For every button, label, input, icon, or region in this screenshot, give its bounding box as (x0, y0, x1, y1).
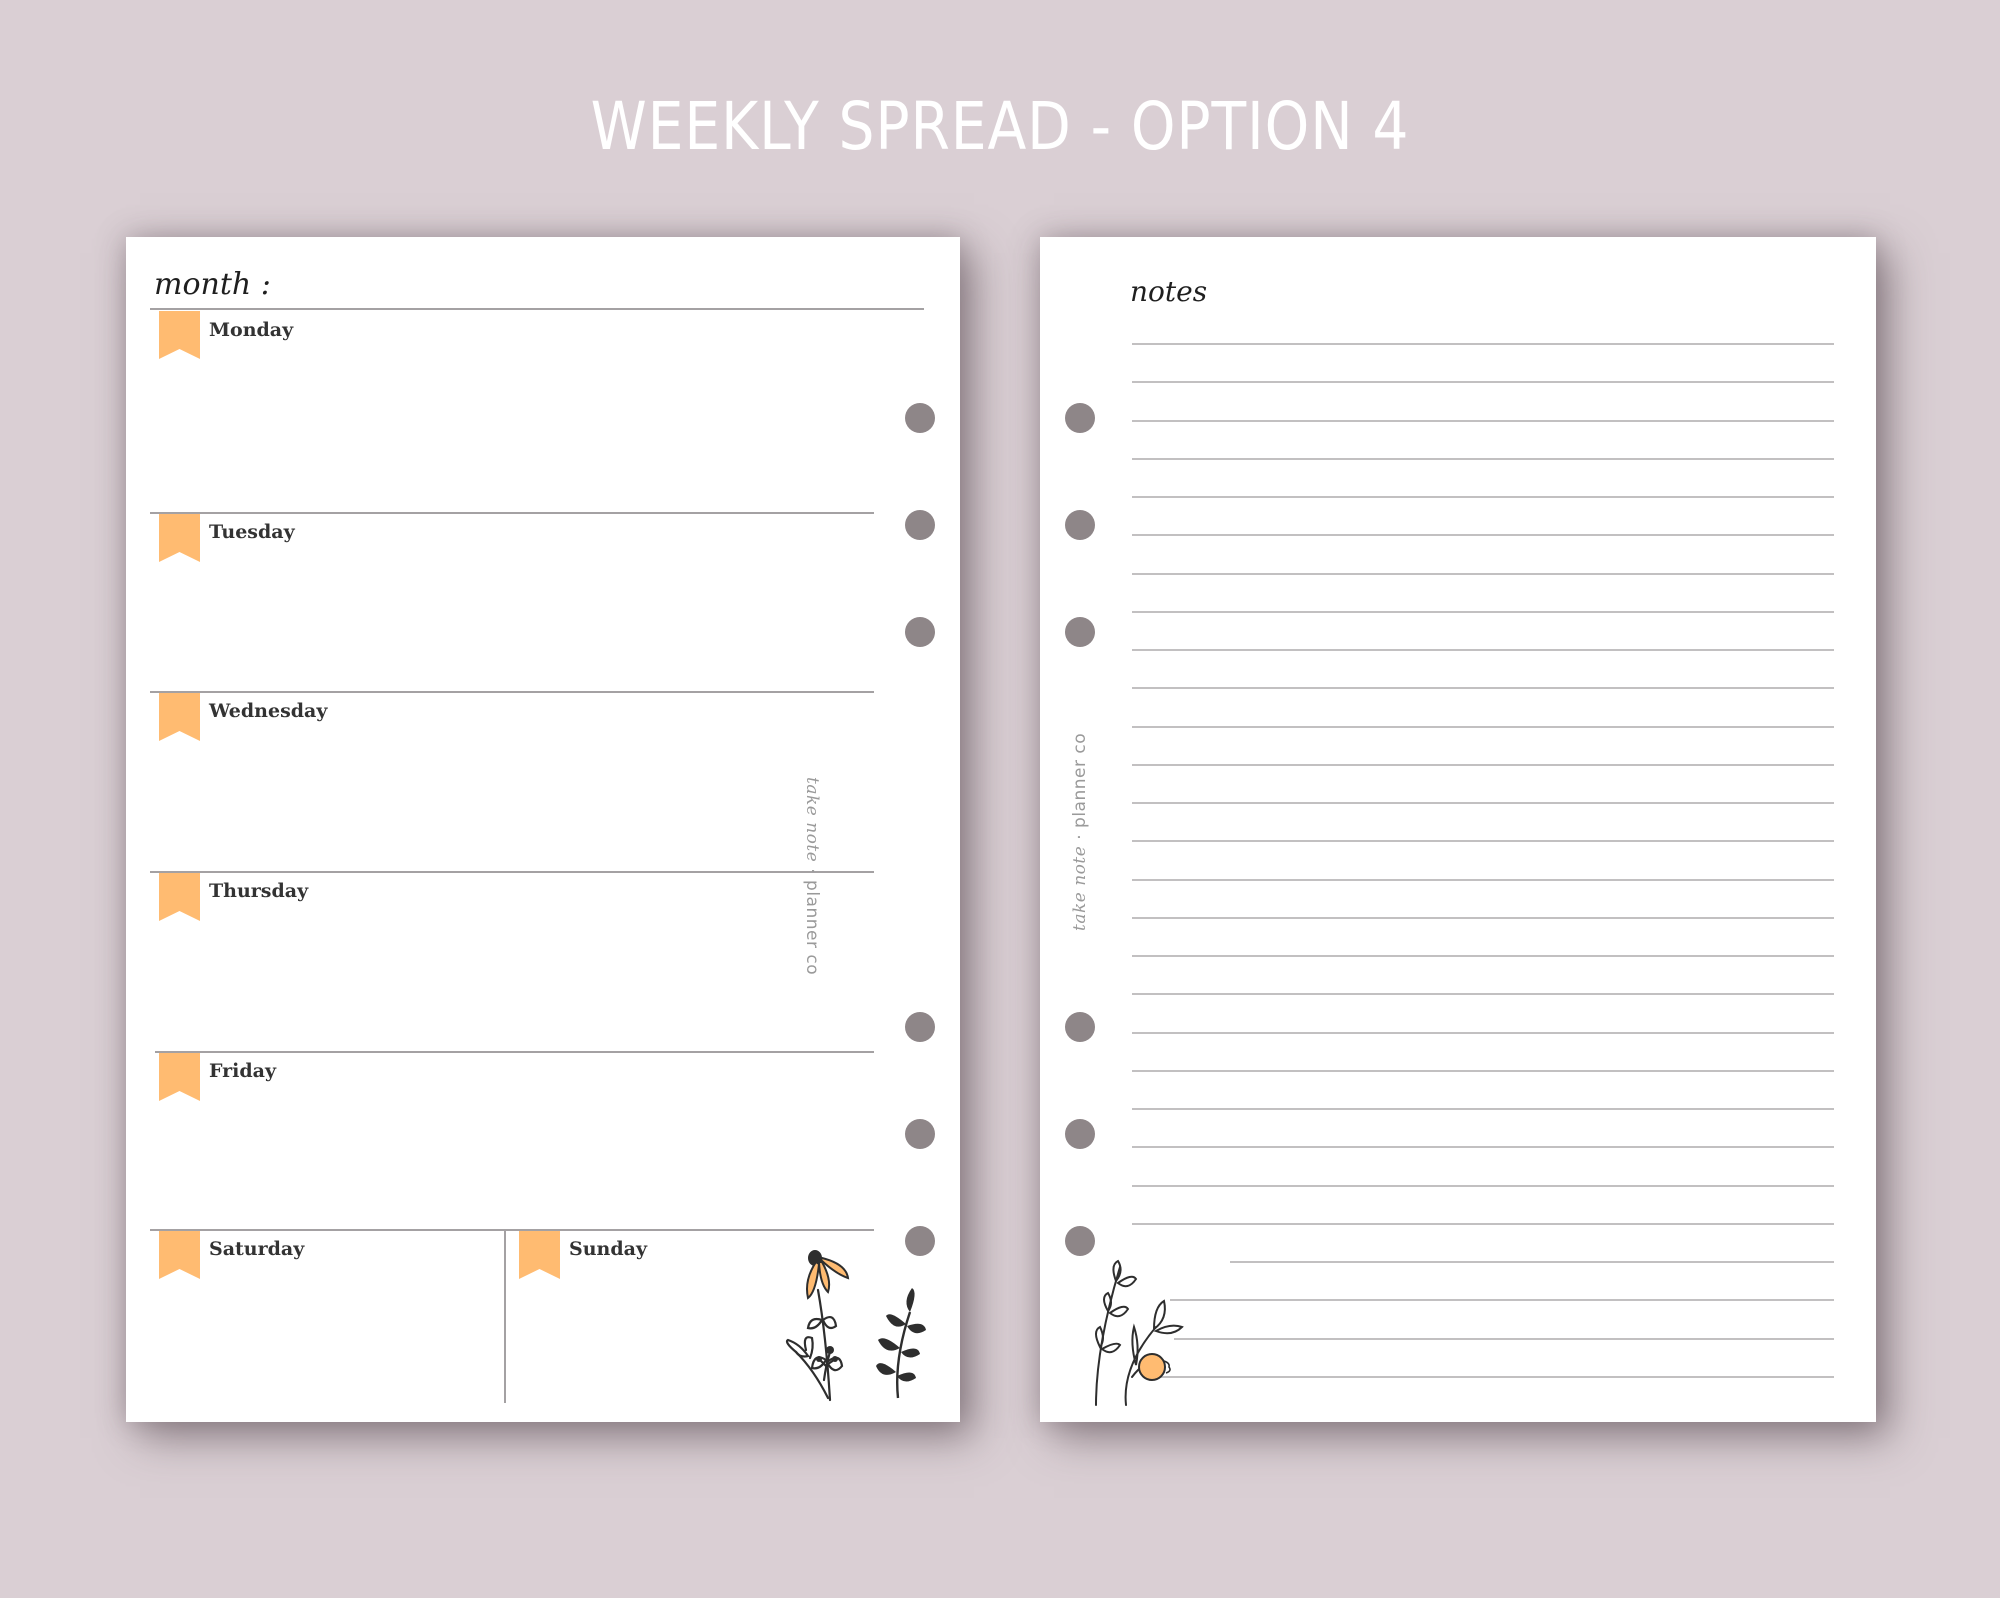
notes-line[interactable] (1132, 573, 1834, 575)
notes-line[interactable] (1132, 496, 1834, 498)
binder-hole (905, 1012, 935, 1042)
brand-watermark: take note · planner co (1070, 733, 1090, 931)
binder-hole (1065, 1226, 1095, 1256)
ribbon-bookmark-icon (519, 1231, 560, 1279)
notes-line[interactable] (1132, 764, 1834, 766)
notes-line[interactable] (1132, 1032, 1834, 1034)
brand-text: planner co (1070, 732, 1090, 828)
notes-line[interactable] (1132, 840, 1834, 842)
day-label: Wednesday (209, 700, 328, 722)
day-divider (150, 691, 874, 693)
ribbon-bookmark-icon (159, 873, 200, 921)
binder-hole (1065, 510, 1095, 540)
notes-line[interactable] (1174, 1338, 1834, 1340)
month-line[interactable] (150, 308, 924, 310)
day-label: Friday (209, 1060, 277, 1082)
notes-line[interactable] (1132, 1108, 1834, 1110)
binder-hole (905, 510, 935, 540)
brand-separator: · (1070, 833, 1090, 840)
brand-text: planner co (802, 880, 822, 976)
brand-script: take note (1070, 845, 1090, 931)
notes-line[interactable] (1132, 534, 1834, 536)
binder-hole (1065, 1012, 1095, 1042)
notes-line[interactable] (1170, 1299, 1834, 1301)
notes-line[interactable] (1132, 917, 1834, 919)
binder-hole (905, 403, 935, 433)
notes-line[interactable] (1132, 649, 1834, 651)
day-divider (150, 1229, 874, 1231)
notes-line[interactable] (1132, 1223, 1834, 1225)
binder-hole (905, 617, 935, 647)
notes-line[interactable] (1132, 955, 1834, 957)
day-divider (150, 512, 874, 514)
day-label: Monday (209, 319, 294, 341)
notes-page: notes take note · planner co (1040, 237, 1876, 1422)
notes-line[interactable] (1132, 343, 1834, 345)
notes-line[interactable] (1132, 1146, 1834, 1148)
ribbon-bookmark-icon (159, 693, 200, 741)
ribbon-bookmark-icon (159, 514, 200, 562)
notes-line[interactable] (1132, 458, 1834, 460)
brand-script: take note (802, 777, 822, 863)
berry-sprig-illustration-icon (1095, 1259, 1184, 1406)
weekend-divider (504, 1230, 506, 1403)
ribbon-bookmark-icon (159, 1053, 200, 1101)
notes-line[interactable] (1132, 687, 1834, 689)
binder-hole (1065, 403, 1095, 433)
notes-line[interactable] (1132, 381, 1834, 383)
spread-title: WEEKLY SPREAD - OPTION 4 (590, 88, 1410, 165)
notes-line[interactable] (1132, 879, 1834, 881)
day-label: Thursday (209, 880, 309, 902)
notes-line[interactable] (1132, 420, 1834, 422)
month-label: month : (154, 267, 271, 302)
binder-hole (1065, 617, 1095, 647)
day-label: Tuesday (209, 521, 295, 543)
day-divider (150, 871, 874, 873)
notes-line[interactable] (1132, 1070, 1834, 1072)
notes-line[interactable] (1132, 726, 1834, 728)
brand-separator: · (802, 868, 822, 875)
notes-line[interactable] (1132, 611, 1834, 613)
wildflower-illustration-icon (785, 1250, 926, 1402)
notes-line[interactable] (1158, 1376, 1834, 1378)
notes-line[interactable] (1230, 1261, 1834, 1263)
ribbon-bookmark-icon (159, 1231, 200, 1279)
weekly-page: month : Monday Tuesday Wednesday Thursda… (126, 237, 960, 1422)
day-divider (155, 1051, 874, 1053)
brand-watermark: take note · planner co (802, 777, 822, 975)
day-label: Saturday (209, 1238, 305, 1260)
notes-line[interactable] (1132, 802, 1834, 804)
notes-line[interactable] (1132, 993, 1834, 995)
notes-label: notes (1130, 275, 1208, 308)
day-label: Sunday (569, 1238, 647, 1260)
notes-line[interactable] (1132, 1185, 1834, 1187)
ribbon-bookmark-icon (159, 311, 200, 359)
binder-hole (905, 1119, 935, 1149)
binder-hole (1065, 1119, 1095, 1149)
